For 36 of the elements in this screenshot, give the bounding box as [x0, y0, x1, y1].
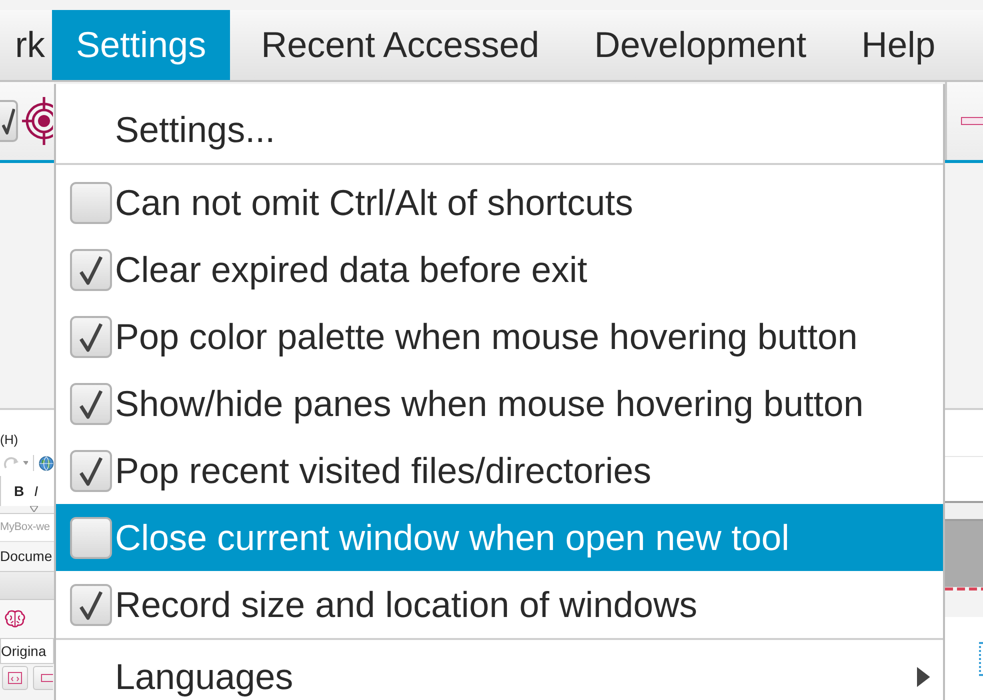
code-button[interactable] — [2, 666, 28, 690]
indent-marker-icon[interactable] — [30, 506, 38, 512]
italic-button[interactable]: I — [34, 484, 38, 498]
document-tab[interactable]: Docume — [0, 542, 54, 572]
toggle-button[interactable] — [0, 100, 18, 142]
globe-icon[interactable] — [39, 456, 54, 470]
checkbox[interactable] — [70, 316, 112, 358]
dashed-line — [945, 587, 983, 591]
menu-bar-item[interactable]: Development — [570, 10, 830, 80]
checkbox[interactable] — [70, 584, 112, 626]
check-icon — [79, 456, 103, 486]
check-icon — [2, 107, 15, 135]
preview-area — [945, 521, 983, 587]
shape-button[interactable] — [33, 666, 53, 690]
checkbox[interactable] — [70, 182, 112, 224]
submenu-arrow-icon — [917, 667, 930, 687]
code-window-icon — [8, 672, 22, 684]
menu-bar-item[interactable]: rk — [0, 10, 45, 80]
check-icon — [79, 322, 103, 352]
menu-bar-item[interactable]: Help — [837, 10, 960, 80]
checkbox[interactable] — [70, 450, 112, 492]
checkbox[interactable] — [70, 248, 112, 290]
target-icon — [22, 97, 53, 145]
menu-label[interactable]: (H) — [0, 433, 18, 446]
check-icon — [79, 590, 103, 620]
original-field[interactable]: Origina — [0, 638, 54, 664]
check-icon — [79, 388, 103, 418]
bold-button[interactable]: B — [14, 484, 24, 498]
checkbox[interactable] — [70, 382, 112, 424]
menu-bar-item[interactable]: Recent Accessed — [237, 10, 564, 80]
dotted-frame — [979, 642, 983, 676]
brain-icon[interactable] — [4, 610, 26, 628]
header-bar — [945, 501, 983, 521]
check-icon — [79, 254, 103, 284]
checkbox[interactable] — [70, 516, 112, 558]
caret-icon[interactable] — [22, 461, 28, 465]
